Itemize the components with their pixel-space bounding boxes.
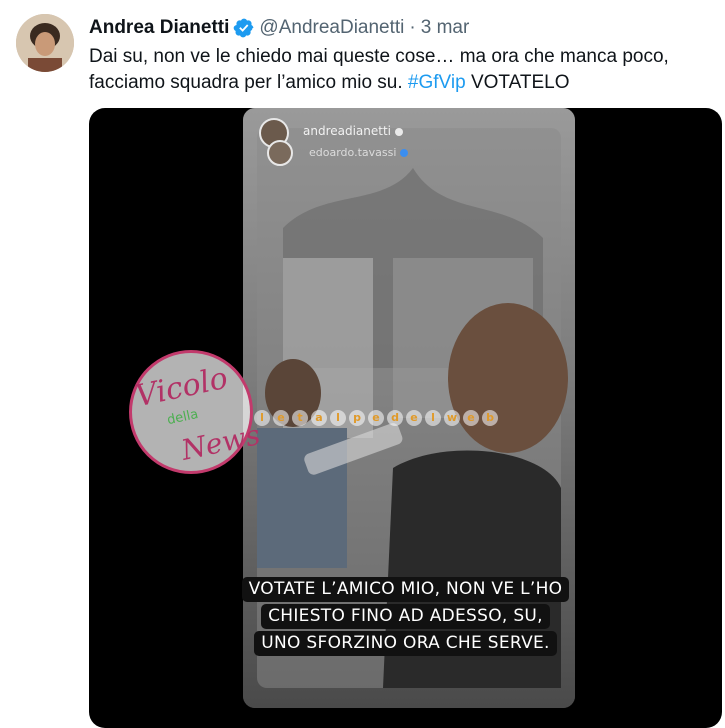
tweet-text-line-2-prefix: facciamo squadra per l’amico mio su. [89, 72, 408, 93]
talpe-letter: p [349, 410, 365, 426]
tweet[interactable]: Andrea Dianetti @AndreaDianetti · 3 mar … [0, 0, 725, 728]
tweet-text-line-1: Dai su, non ve le chiedo mai queste cose… [89, 46, 669, 67]
talpe-letter: l [330, 410, 346, 426]
talpe-letter: t [292, 410, 308, 426]
talpe-letter: w [444, 410, 460, 426]
tweet-text-line-2: facciamo squadra per l’amico mio su. #Gf… [89, 70, 709, 96]
tweet-text: Dai su, non ve le chiedo mai queste cose… [89, 44, 709, 96]
story-verified-icon [395, 127, 404, 136]
talpe-letter: e [406, 410, 422, 426]
author-avatar[interactable] [16, 14, 74, 72]
story-username-2: edoardo.tavassi [309, 146, 409, 159]
talpe-letter: l [425, 410, 441, 426]
tweet-text-line-2-suffix: VOTATELO [465, 72, 570, 93]
tweet-video[interactable]: andreadianetti edoardo.tavassi l e t a l… [89, 108, 722, 728]
talpe-letter: d [387, 410, 403, 426]
talpe-letter: e [273, 410, 289, 426]
story-username-2-text: edoardo.tavassi [309, 146, 397, 159]
tweet-header: Andrea Dianetti @AndreaDianetti · 3 mar [89, 15, 469, 41]
story-username-1-text: andreadianetti [303, 124, 392, 138]
talpe-letter: a [311, 410, 327, 426]
hashtag-link[interactable]: #GfVip [408, 72, 466, 93]
talpe-watermark: l e t a l p e d e l w e b [254, 410, 498, 426]
talpe-letter: e [463, 410, 479, 426]
video-caption: VOTATE L’AMICO MIO, NON VE L’HO CHIESTO … [89, 576, 722, 657]
header-separator: · [409, 17, 416, 38]
talpe-letter: e [368, 410, 384, 426]
story-verified-icon-2 [400, 149, 409, 157]
story-username-1: andreadianetti [303, 124, 404, 138]
tweet-timestamp[interactable]: 3 mar [421, 17, 470, 39]
caption-line-1: VOTATE L’AMICO MIO, NON VE L’HO [241, 577, 570, 602]
talpe-letter: b [482, 410, 498, 426]
author-display-name[interactable]: Andrea Dianetti [89, 17, 229, 39]
author-handle[interactable]: @AndreaDianetti [259, 17, 404, 39]
caption-line-3: UNO SFORZINO ORA CHE SERVE. [254, 631, 557, 656]
caption-line-2: CHIESTO FINO AD ADESSO, SU, [261, 604, 550, 629]
verified-badge-icon [233, 17, 255, 39]
story-avatar-2 [267, 140, 293, 166]
